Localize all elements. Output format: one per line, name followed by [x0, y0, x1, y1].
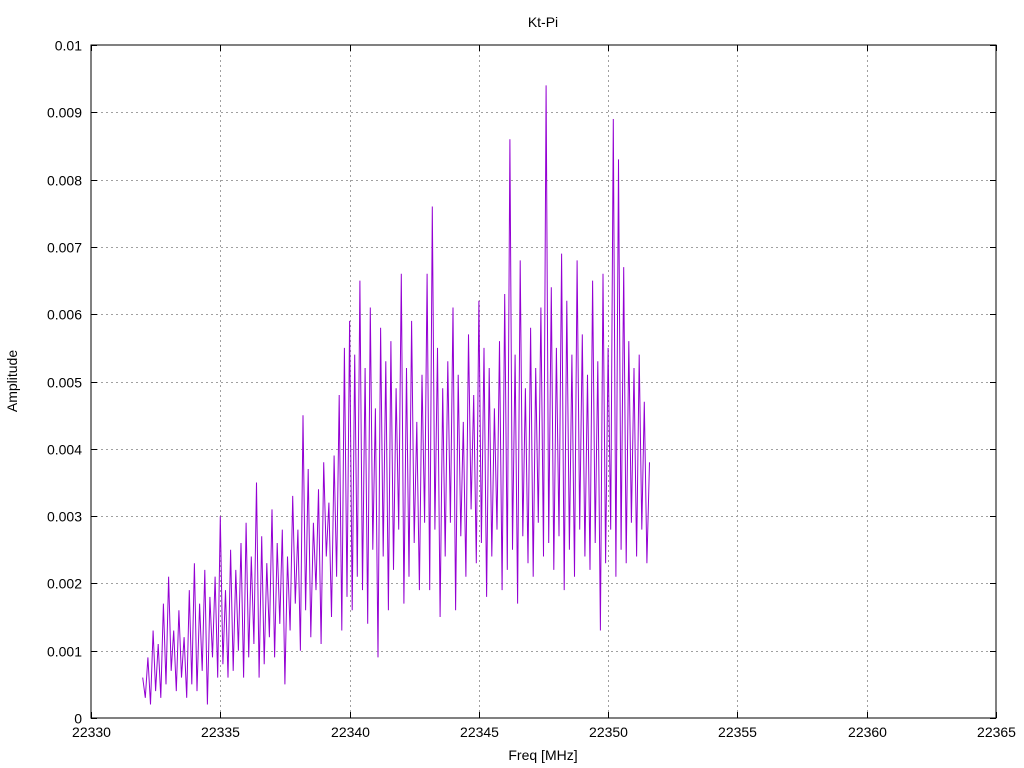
- y-tick-label: 0.009: [47, 105, 82, 121]
- y-tick-label: 0.002: [47, 576, 82, 592]
- y-tick-label: 0.004: [47, 442, 82, 458]
- chart: 22330 22335 22340 22345 22350 22355 22360 22365…: [4, 14, 1016, 763]
- chart-title: Kt-Pi: [528, 14, 558, 30]
- y-tick-label: 0.006: [47, 307, 82, 323]
- x-tick-label: 22355: [718, 724, 757, 740]
- y-tick-label: 0.003: [47, 509, 82, 525]
- x-tick-label: 22365: [977, 724, 1016, 740]
- y-tick-label: 0: [74, 711, 82, 727]
- x-tick-label: 22345: [460, 724, 499, 740]
- x-tick-label: 22350: [589, 724, 628, 740]
- y-tick-label: 0.01: [55, 38, 82, 54]
- y-tick-label: 0.007: [47, 240, 82, 256]
- x-tick-label: 22335: [201, 724, 240, 740]
- x-tick-label: 22340: [331, 724, 370, 740]
- y-tick-label: 0.005: [47, 375, 82, 391]
- y-tick-label: 0.001: [47, 644, 82, 660]
- y-axis-label: Amplitude: [4, 350, 20, 412]
- x-axis-label: Freq [MHz]: [508, 747, 577, 763]
- x-tick-label: 22360: [848, 724, 887, 740]
- series-line: [142, 85, 650, 705]
- y-tick-label: 0.008: [47, 173, 82, 189]
